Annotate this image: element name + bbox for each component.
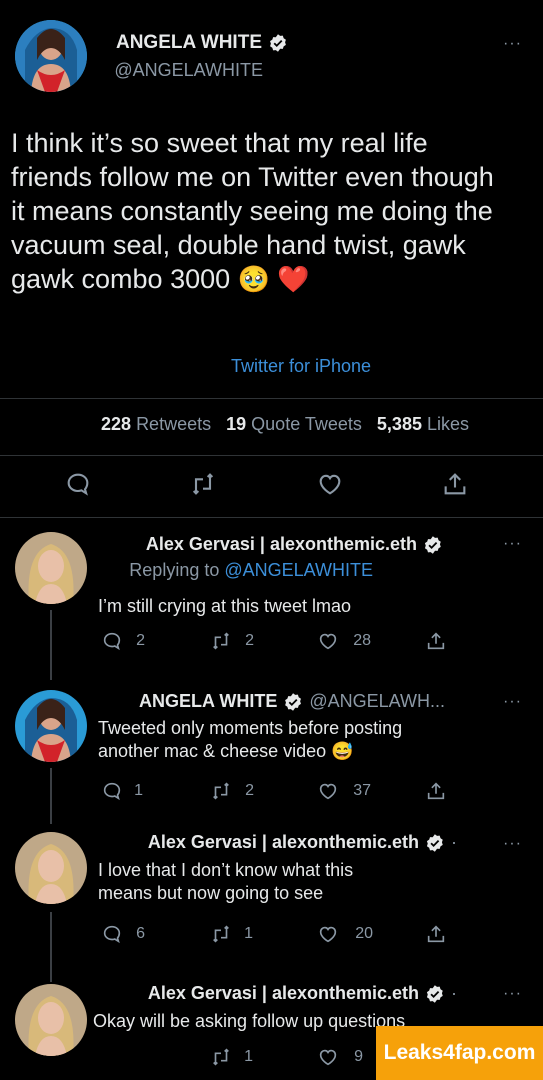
retweet-count: 2 — [245, 632, 254, 649]
share-icon[interactable] — [425, 630, 447, 652]
reply-text: I’m still crying at this tweet lmao — [98, 596, 352, 616]
tweet-stats[interactable]: 228 Retweets 19 Quote Tweets 5,385 Likes — [101, 414, 533, 435]
divider — [0, 398, 543, 399]
thread-line — [50, 912, 52, 982]
retweet-icon[interactable] — [210, 630, 232, 652]
retweet-icon[interactable] — [189, 470, 217, 498]
retweet-icon[interactable] — [210, 1046, 232, 1068]
quote-count: 19 — [226, 414, 247, 434]
like-count: 9 — [354, 1048, 363, 1065]
author-name-text: ANGELA WHITE — [115, 32, 262, 53]
mirrored-content: ANGELA WHITE @ANGELAWHITE ··· I think it… — [0, 0, 543, 1080]
reply-avatar[interactable] — [15, 532, 87, 604]
reply-author-handle: @ANGELAWH... — [309, 691, 445, 711]
more-icon[interactable]: ··· — [502, 535, 521, 552]
tweet-text: I think it’s so sweet that my real life … — [11, 126, 501, 296]
author-name[interactable]: ANGELA WHITE — [116, 32, 288, 54]
more-icon[interactable]: ··· — [502, 835, 521, 852]
reply-icon[interactable] — [64, 470, 92, 498]
reply-count: 2 — [136, 632, 145, 649]
like-icon[interactable] — [316, 470, 344, 498]
reply-avatar[interactable] — [15, 832, 87, 904]
reply-icon[interactable] — [101, 630, 123, 652]
reply-text: Tweeted only moments before posting anot… — [98, 717, 403, 763]
like-icon[interactable] — [317, 780, 339, 802]
more-icon[interactable]: ··· — [502, 693, 521, 710]
like-count: 37 — [353, 782, 371, 799]
verified-icon — [270, 34, 286, 52]
verified-icon — [425, 535, 441, 554]
replying-prefix: Replying to — [129, 560, 220, 580]
replying-to: Replying to @ANGELAWHITE — [129, 560, 373, 581]
divider — [0, 455, 543, 456]
divider — [0, 517, 543, 518]
likes-count: 5,385 — [376, 414, 422, 434]
reply-author-name[interactable]: Alex Gervasi | alexonthemic.eth · — [148, 983, 457, 1004]
reply-avatar[interactable] — [15, 984, 87, 1056]
quote-label: Quote Tweets — [251, 414, 362, 434]
verified-icon — [427, 984, 443, 1003]
reply-author-name-text: ANGELA WHITE — [139, 691, 278, 711]
retweets-count: 228 — [101, 414, 132, 434]
thread-line — [50, 768, 52, 824]
share-icon[interactable] — [425, 923, 447, 945]
retweet-count: 1 — [244, 1048, 253, 1065]
like-icon[interactable] — [317, 1046, 339, 1068]
reply-author-suffix: · — [451, 983, 457, 1003]
reply-text-content: Tweeted only moments before posting anot… — [98, 718, 403, 761]
like-icon[interactable] — [317, 923, 339, 945]
reply-author-name-text: Alex Gervasi | alexonthemic.eth — [147, 832, 419, 852]
reply-author-name-text: Alex Gervasi | alexonthemic.eth — [145, 534, 417, 554]
thread-line — [50, 610, 52, 680]
like-count: 20 — [355, 925, 373, 942]
more-icon[interactable]: ··· — [502, 985, 521, 1002]
retweet-icon[interactable] — [210, 780, 232, 802]
reply-author-name[interactable]: Alex Gervasi | alexonthemic.eth · — [148, 832, 457, 853]
tweet-source-link[interactable]: Twitter for iPhone — [231, 356, 371, 377]
reply-emoji: 😅 — [331, 741, 354, 761]
retweets-label: Retweets — [136, 414, 212, 434]
likes-label: Likes — [426, 414, 470, 434]
retweet-icon[interactable] — [210, 923, 232, 945]
reply-author-name[interactable]: Alex Gervasi | alexonthemic.eth — [146, 534, 443, 555]
share-icon[interactable] — [425, 780, 447, 802]
like-icon[interactable] — [317, 630, 339, 652]
reply-avatar[interactable] — [15, 690, 87, 762]
reply-count: 1 — [134, 782, 143, 799]
reply-author-name[interactable]: ANGELA WHITE @ANGELAWH... — [139, 691, 445, 712]
reply-text: I love that I don’t know what this means… — [98, 860, 354, 903]
retweet-count: 1 — [244, 925, 253, 942]
replying-handle[interactable]: @ANGELAWHITE — [224, 560, 373, 580]
reply-author-name-text: Alex Gervasi | alexonthemic.eth — [147, 983, 419, 1003]
author-handle[interactable]: @ANGELAWHITE — [114, 60, 263, 81]
reply-author-suffix: · — [451, 832, 457, 852]
more-icon[interactable]: ··· — [502, 35, 521, 52]
reply-count: 6 — [136, 925, 145, 942]
reply-icon[interactable] — [101, 780, 123, 802]
like-count: 28 — [353, 632, 371, 649]
verified-icon — [427, 833, 443, 852]
watermark: Leaks4fap.com — [376, 1026, 543, 1080]
reply-icon[interactable] — [101, 923, 123, 945]
author-avatar[interactable] — [15, 20, 87, 92]
tweet-emojis: 🥹 ❤️ — [237, 264, 310, 294]
verified-icon — [285, 692, 302, 711]
share-icon[interactable] — [441, 470, 469, 498]
retweet-count: 2 — [245, 782, 254, 799]
